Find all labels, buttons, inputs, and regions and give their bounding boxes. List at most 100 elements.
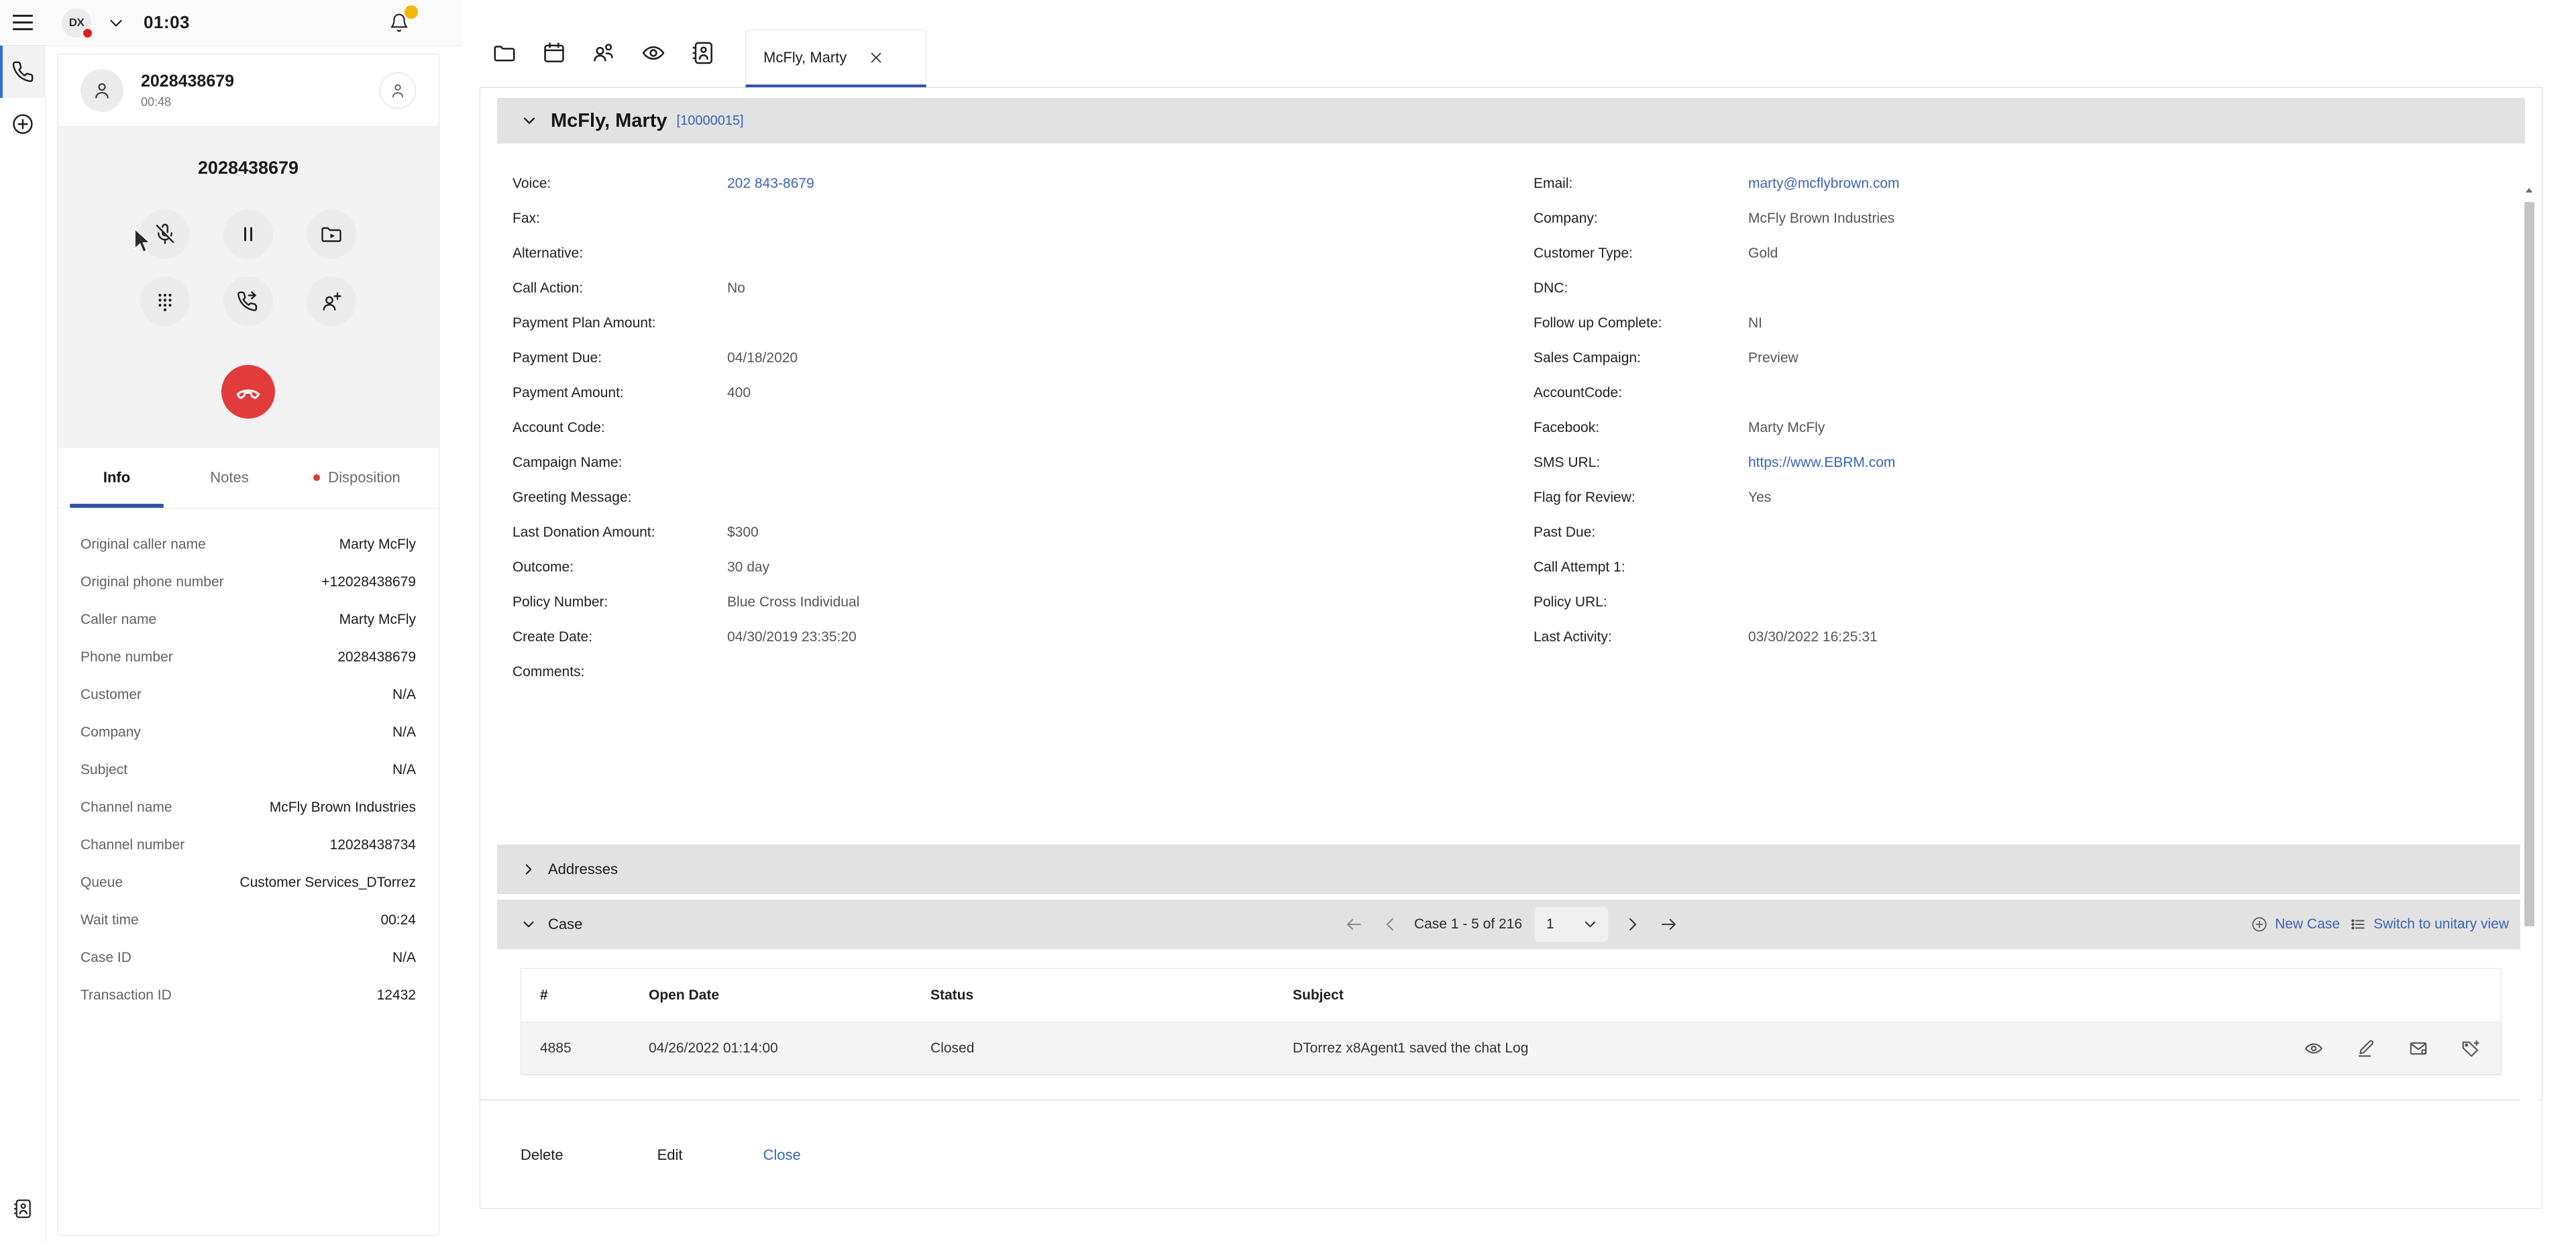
workspace: McFly, Marty McFly, Marty [10000015] Voi… [463,0,2576,1243]
detail-row: Follow up Complete: NI [1534,315,2466,350]
info-row-value: N/A [392,950,416,965]
chevron-down-icon[interactable] [517,913,540,936]
people-icon[interactable] [579,28,629,78]
folder-icon[interactable] [480,28,529,78]
addresses-section-header[interactable]: Addresses [497,845,2525,894]
person-outline-icon [392,84,403,97]
detail-footer: Delete Edit Close [480,1101,2542,1209]
chevron-down-icon [1585,921,1595,928]
info-row-key: Case ID [80,950,131,965]
scroll-up-icon[interactable] [2520,182,2538,199]
contact-detail-pane: McFly, Marty [10000015] Voice: 202 843-86… [480,87,2542,1181]
notifications-button[interactable] [384,5,418,38]
info-row-key: Original caller name [80,537,206,552]
tab-notes-label: Notes [210,469,249,486]
info-row-value: N/A [392,687,416,702]
page-select[interactable]: 1 [1534,907,1609,942]
tab-info[interactable]: Info [58,447,176,508]
rail-item-calls[interactable] [0,46,46,98]
calendar-icon[interactable] [529,28,579,78]
detail-row: Facebook: Marty McFly [1534,420,2466,455]
info-row-key: Queue [80,875,123,890]
rail-item-new-interaction[interactable] [0,98,46,150]
rail-item-contacts[interactable] [0,1185,46,1232]
detail-row-value[interactable]: https://www.EBRM.com [1748,455,1895,471]
switch-to-unitary-view-button[interactable]: Switch to unitary view [2349,916,2509,933]
detail-row-key: Policy URL: [1534,594,1607,610]
top-bar-left: DX 01:03 [0,0,418,46]
agent-timer: 01:03 [144,12,190,32]
end-call-button[interactable] [221,365,275,419]
keypad-button[interactable] [140,276,190,326]
tab-notes[interactable]: Notes [176,447,283,508]
detail-row: Company: McFly Brown Industries [1534,211,2466,246]
scrollbar-track[interactable] [2524,199,2534,1164]
info-row-value: Marty McFly [339,612,416,627]
info-row: Phone number 2028438679 [80,639,416,676]
detail-row-key: Create Date: [513,629,593,645]
detail-row-value: Preview [1748,350,1799,366]
content-scrollbar[interactable] [2520,182,2538,1181]
detail-row-key: Last Activity: [1534,629,1612,645]
detail-row-value: Gold [1748,246,1778,261]
arrow-last-icon[interactable] [1656,912,1680,936]
contact-id[interactable]: [10000015] [677,113,744,129]
hold-button[interactable] [223,209,273,259]
column-header-number: # [540,987,548,1003]
detail-row-value[interactable]: marty@mcflybrown.com [1748,176,1900,192]
detail-row-key: SMS URL: [1534,455,1601,470]
dialed-number: 2028438679 [197,158,299,178]
scrollbar-thumb[interactable] [2524,202,2534,926]
info-row: Customer N/A [80,676,416,714]
add-contact-button[interactable] [307,276,356,326]
info-row: Channel number 12028438734 [80,826,416,864]
pencil-icon[interactable] [2356,1038,2376,1059]
column-header-open-date: Open Date [649,987,720,1003]
eye-icon[interactable] [629,28,678,78]
disposition-required-dot [313,474,321,481]
detail-row: Sales Campaign: Preview [1534,350,2466,385]
agent-avatar[interactable]: DX [62,7,93,39]
detail-row-value[interactable]: 202 843-8679 [727,176,814,192]
detail-row: Greeting Message: [513,490,1473,525]
hamburger-icon[interactable] [0,0,46,46]
notification-badge [405,5,418,19]
chevron-right-icon[interactable] [517,858,540,881]
table-row[interactable]: 4885 04/26/2022 01:14:00 Closed DTorrez … [521,1022,2501,1075]
chevron-left-icon[interactable] [1378,912,1402,936]
new-case-button[interactable]: New Case [2251,916,2340,933]
case-table-header: # Open Date Status Subject [521,969,2501,1022]
detail-row-value: McFly Brown Industries [1748,211,1895,226]
mail-open-icon[interactable] [2408,1038,2428,1059]
chevron-down-icon[interactable] [517,109,541,133]
contact-details-left-column: Voice: 202 843-8679 Fax: Alternative: Call A… [480,176,1473,699]
detail-row-key: Comments: [513,664,585,680]
detail-row-value: 03/30/2022 16:25:31 [1748,629,1878,645]
info-row-key: Caller name [80,612,157,627]
contact-card-icon[interactable] [678,28,728,78]
tab-disposition[interactable]: Disposition [283,447,431,508]
eye-icon[interactable] [2304,1038,2324,1059]
detail-row: Payment Due: 04/18/2020 [513,350,1473,385]
close-button[interactable]: Close [763,1146,801,1164]
delete-button[interactable]: Delete [521,1146,564,1164]
chevron-down-icon[interactable] [105,11,127,34]
info-row-value: 12432 [376,987,416,1003]
edit-button[interactable]: Edit [657,1146,683,1164]
info-row: Original caller name Marty McFly [80,526,416,563]
record-button[interactable] [307,209,356,259]
close-icon[interactable] [867,48,885,67]
tag-plus-icon[interactable] [2461,1038,2481,1059]
info-row-key: Channel name [80,800,172,815]
open-document-tab[interactable]: McFly, Marty [745,30,926,87]
detail-row: Call Action: No [513,280,1473,315]
arrow-first-icon[interactable] [1342,912,1366,936]
chevron-right-icon[interactable] [1620,912,1644,936]
case-range-label: Case 1 - 5 of 216 [1413,916,1523,932]
case-number-link[interactable]: 4885 [521,1040,649,1057]
detail-row: Create Date: 04/30/2019 23:35:20 [513,629,1473,664]
folder-play-icon [321,227,341,242]
info-row-key: Company [80,724,141,740]
add-participant-button[interactable] [380,72,416,109]
transfer-button[interactable] [223,276,273,326]
